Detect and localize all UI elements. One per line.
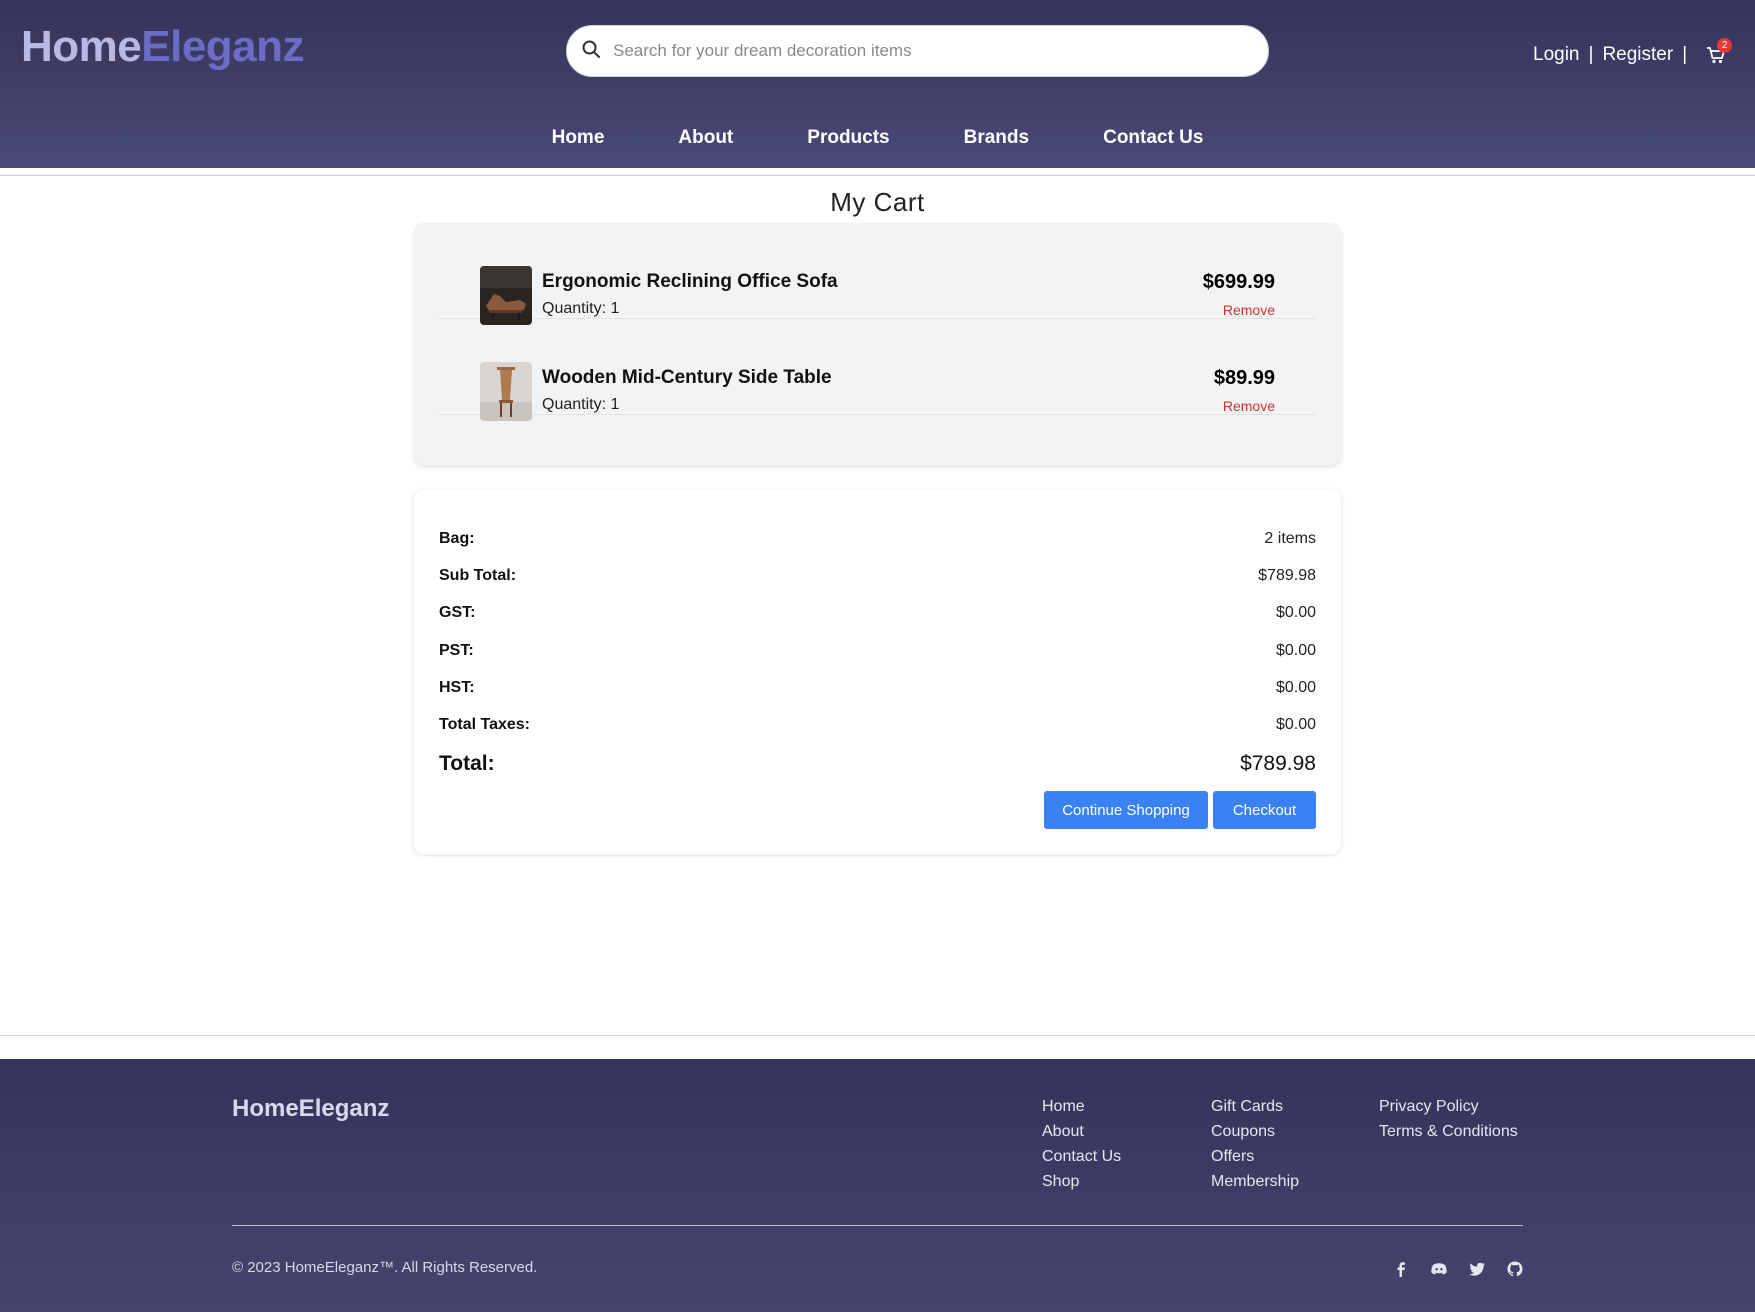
- cart-item-name[interactable]: Wooden Mid-Century Side Table: [542, 367, 832, 389]
- footer-link-offers[interactable]: Offers: [1211, 1144, 1299, 1169]
- search-input[interactable]: [613, 41, 1233, 61]
- summary-value: $0.00: [1275, 642, 1316, 659]
- search-bar: [566, 25, 1269, 77]
- facebook-icon[interactable]: [1390, 1258, 1412, 1280]
- footer-link-gift-cards[interactable]: Gift Cards: [1211, 1094, 1299, 1119]
- footer-logo[interactable]: HomeEleganz: [232, 1095, 389, 1123]
- cart-items-panel: Ergonomic Reclining Office Sofa Quantity…: [414, 223, 1341, 465]
- summary-label: PST:: [439, 642, 474, 659]
- divider: [0, 1035, 1755, 1036]
- cart-count-badge: 2: [1717, 38, 1733, 53]
- site-header: HomeEleganz Login | Register | 2 Home Ab…: [0, 0, 1755, 168]
- nav-about[interactable]: About: [678, 127, 733, 149]
- summary-value: 2 items: [1264, 530, 1316, 547]
- footer-link-about[interactable]: About: [1042, 1119, 1121, 1144]
- logo-eleganz-text: Eleganz: [141, 22, 305, 71]
- cart-item-name[interactable]: Ergonomic Reclining Office Sofa: [542, 271, 838, 293]
- footer-link-privacy-policy[interactable]: Privacy Policy: [1379, 1094, 1518, 1119]
- register-link[interactable]: Register: [1602, 44, 1673, 66]
- search-icon[interactable]: [581, 39, 601, 64]
- product-image-sofa[interactable]: [480, 266, 532, 325]
- copyright-text: © 2023 HomeEleganz™. All Rights Reserved…: [232, 1259, 538, 1276]
- nav-home[interactable]: Home: [552, 127, 605, 149]
- continue-shopping-button[interactable]: Continue Shopping: [1044, 791, 1208, 829]
- cart-item-quantity: Quantity: 1: [542, 396, 620, 413]
- nav-contact-us[interactable]: Contact Us: [1103, 127, 1203, 149]
- summary-label: Total Taxes:: [439, 716, 530, 733]
- summary-value: $789.98: [1258, 567, 1316, 584]
- remove-button[interactable]: Remove: [1223, 398, 1275, 414]
- summary-label: Bag:: [439, 530, 475, 547]
- divider: [0, 175, 1755, 176]
- footer-link-terms[interactable]: Terms & Conditions: [1379, 1119, 1518, 1144]
- footer-link-shop[interactable]: Shop: [1042, 1169, 1121, 1194]
- product-image-side-table[interactable]: [480, 362, 532, 421]
- summary-label: HST:: [439, 679, 475, 696]
- summary-value: $0.00: [1275, 679, 1316, 696]
- checkout-button[interactable]: Checkout: [1213, 791, 1316, 829]
- logo-home-text: Home: [21, 22, 142, 71]
- summary-value: $0.00: [1275, 604, 1316, 621]
- login-link[interactable]: Login: [1533, 44, 1580, 66]
- main-nav: Home About Products Brands Contact Us: [0, 108, 1755, 168]
- footer-links-col-3: Privacy Policy Terms & Conditions: [1379, 1094, 1518, 1144]
- social-links: [1390, 1258, 1526, 1280]
- footer-link-contact-us[interactable]: Contact Us: [1042, 1144, 1121, 1169]
- total-label: Total:: [439, 752, 495, 775]
- cart-item: Ergonomic Reclining Office Sofa Quantity…: [438, 223, 1316, 325]
- discord-icon[interactable]: [1428, 1258, 1450, 1280]
- footer-link-home[interactable]: Home: [1042, 1094, 1121, 1119]
- footer-link-coupons[interactable]: Coupons: [1211, 1119, 1299, 1144]
- separator: |: [1588, 44, 1594, 65]
- cart-button[interactable]: 2: [1705, 38, 1733, 66]
- cart-item-quantity: Quantity: 1: [542, 300, 620, 317]
- footer-link-membership[interactable]: Membership: [1211, 1169, 1299, 1194]
- separator: |: [1682, 44, 1688, 65]
- footer-links-col-1: Home About Contact Us Shop: [1042, 1094, 1121, 1194]
- cart-item: Wooden Mid-Century Side Table Quantity: …: [438, 319, 1316, 421]
- nav-products[interactable]: Products: [807, 127, 889, 149]
- summary-label: Sub Total:: [439, 567, 517, 584]
- summary-value: $0.00: [1275, 716, 1316, 733]
- summary-label: GST:: [439, 604, 476, 621]
- cart-item-price: $699.99: [1202, 271, 1275, 293]
- logo[interactable]: HomeEleganz: [21, 22, 305, 72]
- github-icon[interactable]: [1504, 1258, 1526, 1280]
- page-title: My Cart: [830, 187, 925, 217]
- footer-divider: [232, 1225, 1523, 1226]
- auth-links: Login | Register | 2: [1533, 38, 1733, 66]
- site-footer: HomeEleganz Home About Contact Us Shop G…: [0, 1059, 1755, 1312]
- order-summary: Bag: 2 items Sub Total: $789.98 GST: $0.…: [414, 490, 1341, 854]
- cart-item-price: $89.99: [1213, 367, 1275, 389]
- twitter-icon[interactable]: [1466, 1258, 1488, 1280]
- nav-brands[interactable]: Brands: [964, 127, 1029, 149]
- footer-links-col-2: Gift Cards Coupons Offers Membership: [1211, 1094, 1299, 1194]
- total-value: $789.98: [1240, 752, 1316, 775]
- remove-button[interactable]: Remove: [1223, 302, 1275, 318]
